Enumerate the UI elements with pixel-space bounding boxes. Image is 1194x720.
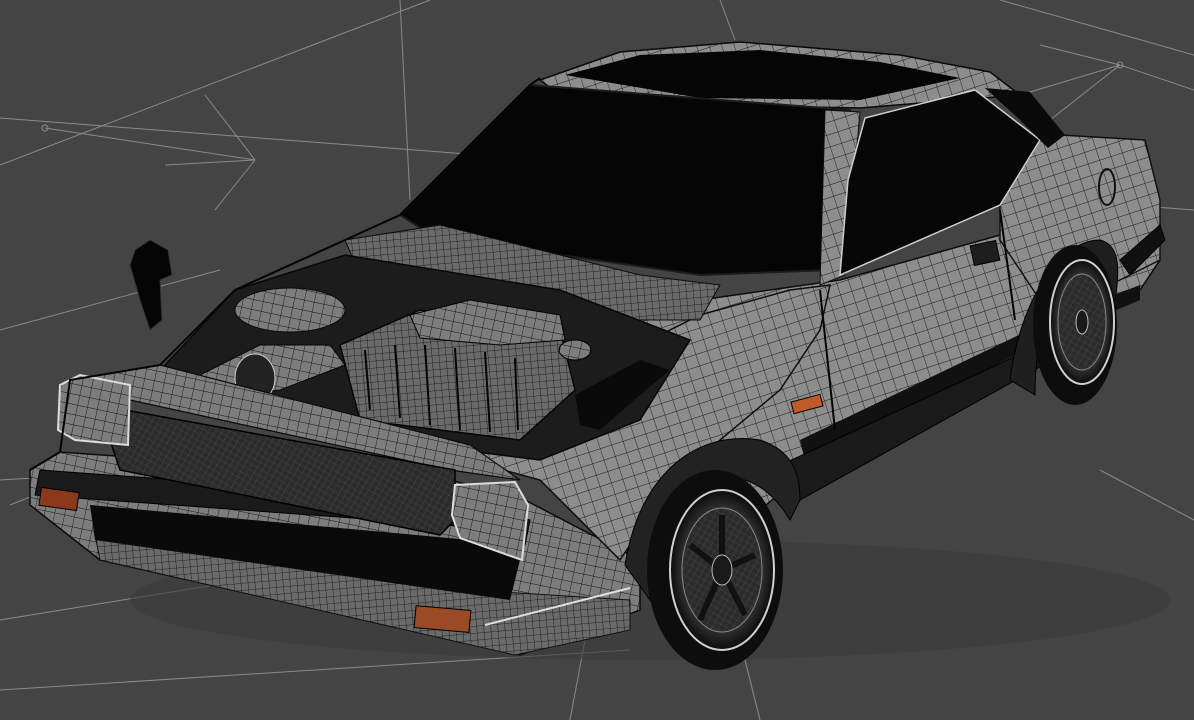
- rear-wheel[interactable]: [1033, 245, 1117, 405]
- viewport-canvas[interactable]: [0, 0, 1194, 720]
- strut-tower: [234, 287, 346, 333]
- front-indicator-right: [413, 605, 472, 633]
- 3d-viewport[interactable]: [0, 0, 1194, 720]
- front-wheel[interactable]: [647, 470, 783, 670]
- fluid-reservoir: [558, 339, 592, 361]
